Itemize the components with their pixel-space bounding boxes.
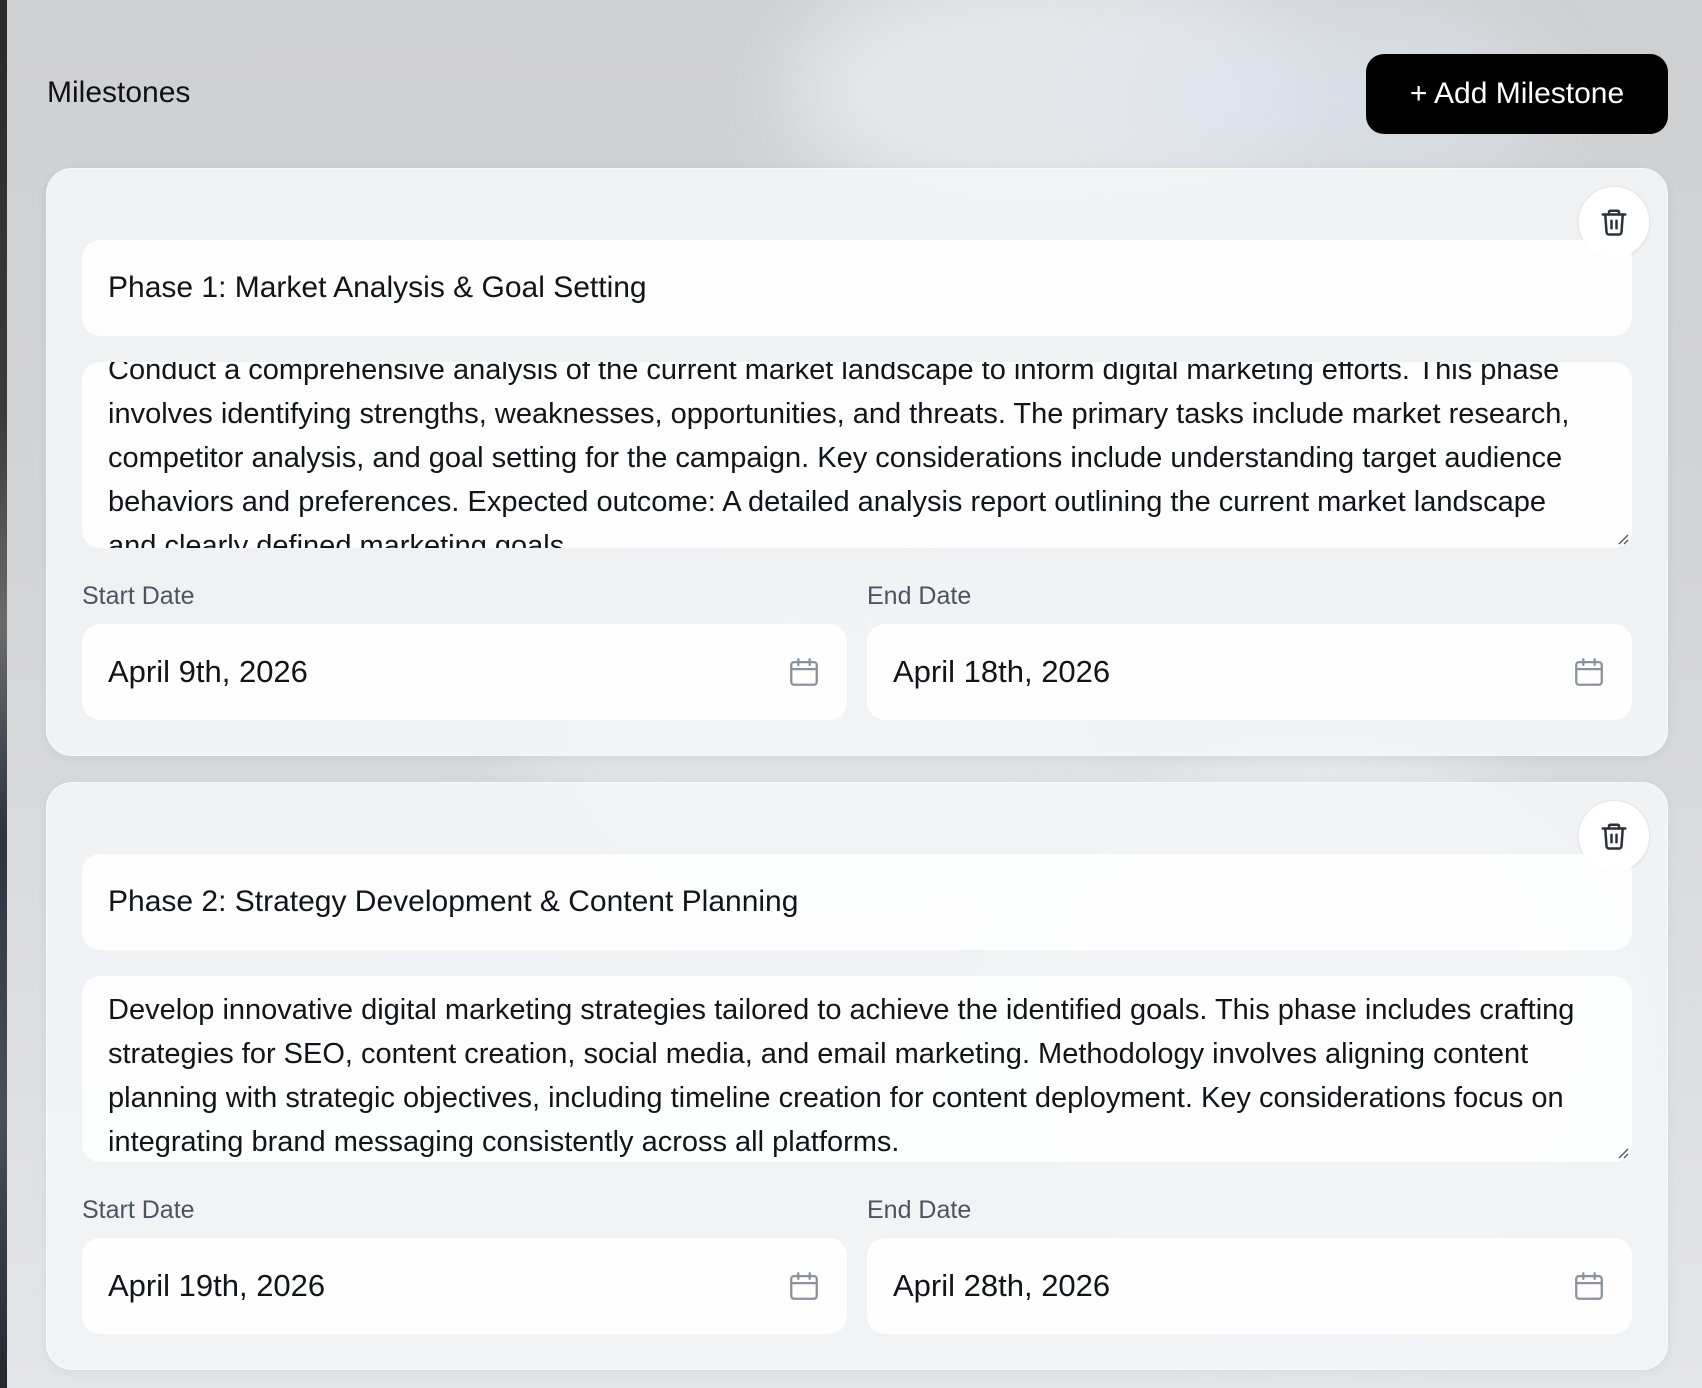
- add-milestone-button[interactable]: + Add Milestone: [1366, 54, 1668, 134]
- start-date-label: Start Date: [82, 1196, 195, 1224]
- start-date-picker[interactable]: April 9th, 2026: [82, 624, 847, 720]
- end-date-picker[interactable]: April 18th, 2026: [867, 624, 1632, 720]
- calendar-icon: [790, 1272, 818, 1300]
- calendar-icon: [1575, 658, 1603, 686]
- end-date-value: April 28th, 2026: [893, 1268, 1111, 1303]
- trash-icon: [1601, 209, 1627, 236]
- resize-handle-icon[interactable]: [1614, 1144, 1630, 1160]
- calendar-icon: [1575, 1272, 1603, 1300]
- start-date-label: Start Date: [82, 582, 195, 610]
- milestone-description-textarea[interactable]: Conduct a comprehensive analysis of the …: [82, 362, 1632, 548]
- start-date-value: April 9th, 2026: [108, 654, 308, 689]
- resize-handle-icon[interactable]: [1614, 530, 1630, 546]
- milestone-title-input[interactable]: Phase 2: Strategy Development & Content …: [82, 854, 1632, 950]
- end-date-label: End Date: [867, 582, 972, 610]
- trash-icon: [1601, 823, 1627, 850]
- end-date-label: End Date: [867, 1196, 972, 1224]
- milestone-card: Phase 1: Market Analysis & Goal Setting …: [46, 168, 1668, 756]
- start-date-value: April 19th, 2026: [108, 1268, 326, 1303]
- end-date-picker[interactable]: April 28th, 2026: [867, 1238, 1632, 1334]
- milestone-description-textarea[interactable]: Develop innovative digital marketing str…: [82, 976, 1632, 1162]
- milestone-card: Phase 2: Strategy Development & Content …: [46, 782, 1668, 1370]
- end-date-value: April 18th, 2026: [893, 654, 1111, 689]
- milestone-description-text: Develop innovative digital marketing str…: [108, 994, 1575, 1158]
- window-left-edge: [0, 0, 7, 1388]
- calendar-icon: [790, 658, 818, 686]
- milestone-description-text: Conduct a comprehensive analysis of the …: [108, 362, 1570, 548]
- section-title: Milestones: [47, 76, 191, 109]
- milestone-title-input[interactable]: Phase 1: Market Analysis & Goal Setting: [82, 240, 1632, 336]
- start-date-picker[interactable]: April 19th, 2026: [82, 1238, 847, 1334]
